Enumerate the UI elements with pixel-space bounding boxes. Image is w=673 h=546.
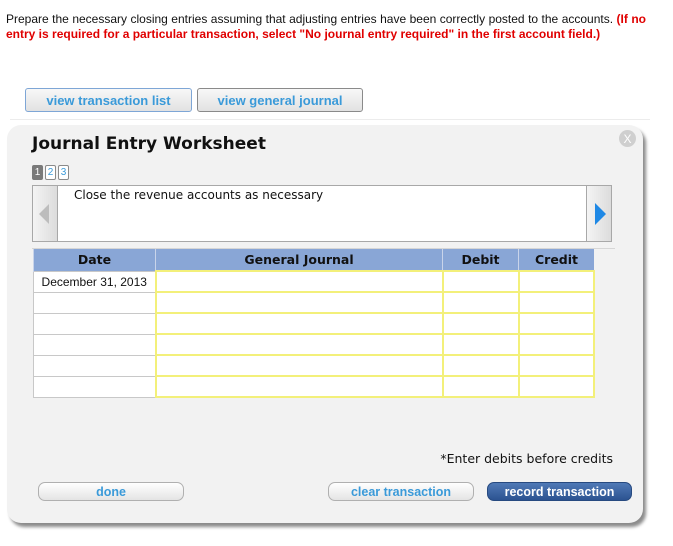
journal-entry-worksheet-panel: Journal Entry Worksheet X 1 2 3 Close th… [7, 125, 643, 523]
transaction-description-box: Close the revenue accounts as necessary [32, 185, 612, 242]
credit-input[interactable] [517, 291, 595, 314]
debit-input[interactable] [441, 270, 520, 293]
page-1-tab[interactable]: 1 [32, 165, 43, 180]
record-transaction-button[interactable]: record transaction [487, 482, 632, 501]
credit-input[interactable] [517, 375, 595, 398]
date-cell [33, 375, 156, 398]
close-icon[interactable]: X [619, 130, 636, 147]
table-row [33, 354, 595, 377]
account-input[interactable] [154, 312, 444, 335]
table-row: December 31, 2013 [33, 270, 595, 293]
date-cell [33, 333, 156, 356]
done-button[interactable]: done [38, 482, 184, 501]
debit-input[interactable] [441, 333, 520, 356]
journal-table: Date General Journal Debit Credit Decemb… [33, 249, 595, 398]
clear-transaction-button[interactable]: clear transaction [328, 482, 474, 501]
instructions: Prepare the necessary closing entries as… [6, 12, 646, 42]
page-selector: 1 2 3 [32, 165, 69, 180]
account-input[interactable] [154, 354, 444, 377]
debits-before-credits-note: *Enter debits before credits [440, 451, 613, 466]
table-row [33, 291, 595, 314]
date-cell [33, 354, 156, 377]
table-row [33, 312, 595, 335]
previous-button[interactable] [32, 185, 58, 242]
account-input[interactable] [154, 375, 444, 398]
view-general-journal-button[interactable]: view general journal [197, 88, 363, 112]
table-row [33, 333, 595, 356]
column-header-general-journal: General Journal [155, 249, 443, 271]
page-3-tab[interactable]: 3 [58, 165, 69, 180]
credit-input[interactable] [517, 312, 595, 335]
debit-input[interactable] [441, 312, 520, 335]
column-header-debit: Debit [442, 249, 519, 271]
instructions-text: Prepare the necessary closing entries as… [6, 12, 617, 26]
credit-input[interactable] [517, 333, 595, 356]
debit-input[interactable] [441, 375, 520, 398]
next-button[interactable] [586, 185, 612, 242]
column-header-credit: Credit [518, 249, 594, 271]
page-2-tab[interactable]: 2 [45, 165, 56, 180]
arrow-right-icon [595, 203, 606, 225]
date-cell [33, 312, 156, 335]
date-cell: December 31, 2013 [33, 270, 156, 293]
account-input[interactable] [154, 270, 444, 293]
arrow-left-icon [39, 204, 49, 224]
credit-input[interactable] [517, 270, 595, 293]
transaction-description: Close the revenue accounts as necessary [74, 188, 324, 202]
table-row [33, 375, 595, 398]
credit-input[interactable] [517, 354, 595, 377]
debit-input[interactable] [441, 291, 520, 314]
account-input[interactable] [154, 333, 444, 356]
view-transaction-list-button[interactable]: view transaction list [25, 88, 192, 112]
divider [10, 119, 650, 120]
date-cell [33, 291, 156, 314]
account-input[interactable] [154, 291, 444, 314]
column-header-date: Date [33, 249, 156, 271]
worksheet-title: Journal Entry Worksheet [32, 134, 266, 154]
debit-input[interactable] [441, 354, 520, 377]
